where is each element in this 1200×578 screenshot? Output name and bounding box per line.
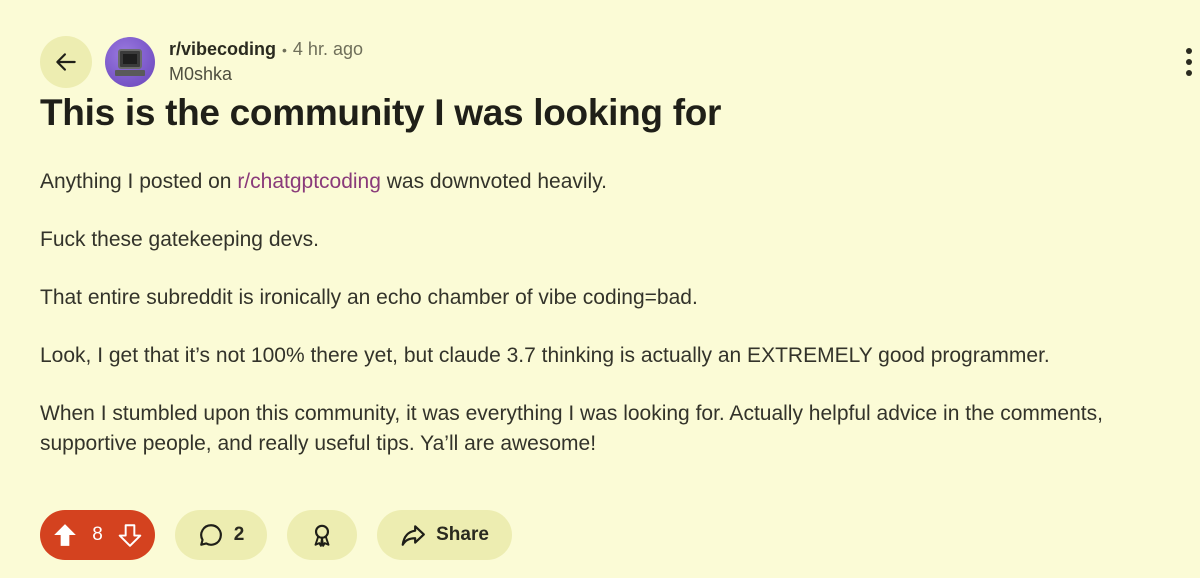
post-actions: 8 2 Share <box>40 510 512 560</box>
award-ribbon-icon <box>314 524 330 547</box>
comments-button[interactable]: 2 <box>175 510 267 560</box>
post-paragraph: Anything I posted on r/chatgptcoding was… <box>40 170 607 193</box>
share-label: Share <box>436 524 489 545</box>
post-paragraph: When I stumbled upon this community, it … <box>40 402 1103 455</box>
arrow-left-icon <box>56 53 76 71</box>
post-title: This is the community I was looking for <box>40 92 722 133</box>
share-button[interactable]: Share <box>377 510 512 560</box>
meta-separator: • <box>282 42 287 58</box>
comment-count: 2 <box>233 524 245 545</box>
subreddit-mention-link[interactable]: r/chatgptcoding <box>237 170 381 193</box>
subreddit-link[interactable]: r/vibecoding <box>169 39 276 60</box>
post-time: 4 hr. ago <box>292 39 363 59</box>
post-paragraph: Look, I get that it’s not 100% there yet… <box>40 344 1050 367</box>
award-button[interactable] <box>287 510 357 560</box>
more-options-button[interactable] <box>1170 40 1200 84</box>
vote-control: 8 <box>40 510 155 560</box>
share-arrow-icon <box>401 525 426 546</box>
post-paragraph: That entire subreddit is ironically an e… <box>40 286 698 309</box>
post-meta: r/vibecoding • 4 hr. ago M0shka <box>169 39 363 85</box>
vote-count: 8 <box>92 524 103 545</box>
vertical-dots-icon <box>1186 48 1192 54</box>
post-body: Anything I posted on r/chatgptcoding was… <box>40 167 1160 487</box>
downvote-arrow-icon[interactable] <box>117 522 143 548</box>
post-paragraph: Fuck these gatekeeping devs. <box>40 228 320 251</box>
comment-bubble-icon <box>199 524 222 546</box>
subreddit-avatar[interactable] <box>105 37 155 87</box>
post-author[interactable]: M0shka <box>169 64 363 85</box>
upvote-arrow-icon[interactable] <box>52 522 78 548</box>
back-button[interactable] <box>40 36 92 88</box>
post-header: r/vibecoding • 4 hr. ago M0shka <box>40 34 363 90</box>
